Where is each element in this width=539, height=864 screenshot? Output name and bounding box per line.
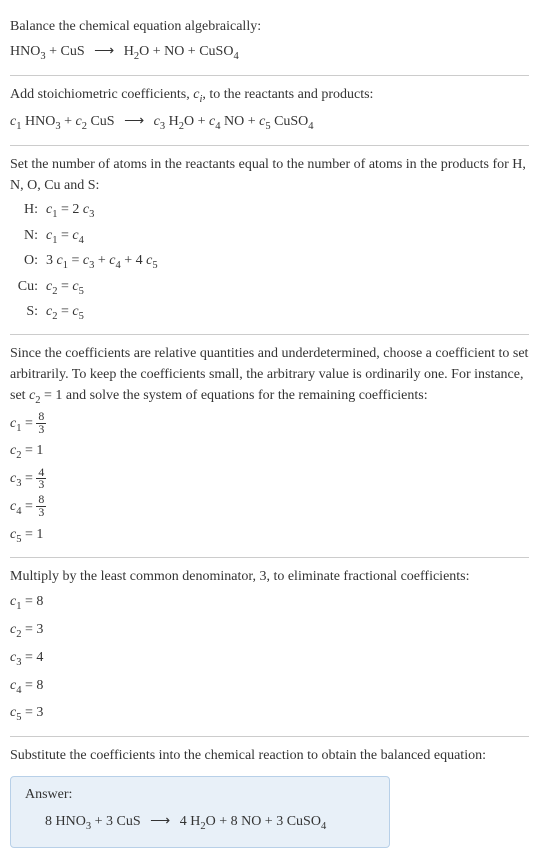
c5-line: c5 = 1 — [10, 522, 529, 550]
atoms-title: Set the number of atoms in the reactants… — [10, 154, 529, 196]
mid: = — [57, 228, 72, 243]
label-o: O: — [10, 249, 46, 275]
s2: 4 — [79, 234, 84, 245]
answer-box: Answer: 8 HNO3 + 3 CuS ⟶ 4 H2O + 8 NO + … — [10, 776, 390, 848]
mid: = 2 — [57, 202, 82, 217]
substitute-title: Substitute the coefficients into the che… — [10, 745, 529, 766]
v: = 8 — [21, 678, 43, 693]
intro-title: Balance the chemical equation algebraica… — [10, 16, 529, 37]
unbalanced-equation: HNO3 + CuS ⟶ H2O + NO + CuSO4 — [10, 39, 529, 67]
p2: + 4 — [121, 253, 146, 268]
row-h: H: c1 = 2 c3 — [10, 198, 529, 224]
eq: = — [21, 416, 36, 431]
answer-label: Answer: — [25, 787, 375, 803]
cuso4: CuSO — [271, 114, 309, 129]
row-o: O: 3 c1 = c3 + c4 + 4 c5 — [10, 249, 529, 275]
eq: = — [21, 471, 36, 486]
label-cu: Cu: — [10, 275, 46, 301]
eq: = — [21, 499, 36, 514]
arrow-icon: ⟶ — [94, 39, 114, 64]
lcd-title: Multiply by the least common denominator… — [10, 566, 529, 587]
eq-h: H — [120, 44, 134, 59]
den: 3 — [36, 424, 46, 436]
s4: 5 — [152, 260, 157, 271]
p1: + 3 CuS — [91, 814, 144, 829]
c1-line: c1 = 83 — [10, 411, 529, 439]
cuso4s: 4 — [308, 121, 313, 132]
solve-title: Since the coefficients are relative quan… — [10, 343, 529, 409]
c2-int: c2 = 3 — [10, 617, 529, 645]
p2: 4 H — [176, 814, 200, 829]
no: NO + — [220, 114, 259, 129]
title-p1: Add stoichiometric coefficients, — [10, 87, 193, 102]
sub-4: 4 — [233, 51, 238, 62]
c5-int: c5 = 3 — [10, 700, 529, 728]
eq-hno3: HNO — [10, 44, 40, 59]
label-s: S: — [10, 300, 46, 326]
row-cu: Cu: c2 = c5 — [10, 275, 529, 301]
mid: = — [57, 279, 72, 294]
v: = 3 — [21, 705, 43, 720]
coefficient-equation: c1 HNO3 + c2 CuS ⟶ c3 H2O + c4 NO + c5 C… — [10, 109, 529, 137]
c4-int: c4 = 8 — [10, 673, 529, 701]
val-s: c2 = c5 — [46, 300, 529, 326]
plus1: + — [61, 114, 76, 129]
s2: 5 — [79, 311, 84, 322]
v: = 8 — [21, 594, 43, 609]
c4-line: c4 = 83 — [10, 494, 529, 522]
s2: 5 — [79, 286, 84, 297]
eq8: 8 HNO — [45, 814, 86, 829]
frac: 43 — [36, 467, 46, 492]
cus: CuS — [87, 114, 118, 129]
c1-int: c1 = 8 — [10, 589, 529, 617]
val-o: 3 c1 = c3 + c4 + 4 c5 — [46, 249, 529, 275]
balanced-equation: 8 HNO3 + 3 CuS ⟶ 4 H2O + 8 NO + 3 CuSO4 — [25, 809, 375, 837]
mid: = — [57, 304, 72, 319]
frac: 83 — [36, 494, 46, 519]
hno3: HNO — [21, 114, 55, 129]
section-add-coefficients: Add stoichiometric coefficients, ci, to … — [10, 76, 529, 146]
p3: O + 8 NO + 3 CuSO — [206, 814, 321, 829]
p2: = 1 and solve the system of equations fo… — [41, 388, 428, 403]
mid: = — [68, 253, 83, 268]
v: = 4 — [21, 650, 43, 665]
row-s: S: c2 = c5 — [10, 300, 529, 326]
eq: = 1 — [21, 443, 43, 458]
section-solve-fractional: Since the coefficients are relative quan… — [10, 335, 529, 558]
pre: 3 — [46, 253, 57, 268]
eq: = 1 — [21, 527, 43, 542]
label-h: H: — [10, 198, 46, 224]
section-answer: Substitute the coefficients into the che… — [10, 737, 529, 856]
v: = 3 — [21, 622, 43, 637]
c3-line: c3 = 43 — [10, 466, 529, 494]
coeff-title: Add stoichiometric coefficients, ci, to … — [10, 84, 529, 108]
s4: 4 — [321, 821, 326, 832]
val-n: c1 = c4 — [46, 224, 529, 250]
s2: 3 — [89, 209, 94, 220]
section-balance-intro: Balance the chemical equation algebraica… — [10, 8, 529, 76]
den: 3 — [36, 479, 46, 491]
title-p2: , to the reactants and products: — [202, 87, 373, 102]
den: 3 — [36, 507, 46, 519]
eq-rest: O + NO + CuSO — [139, 44, 233, 59]
arrow-icon: ⟶ — [124, 109, 144, 134]
o1: O + — [184, 114, 209, 129]
val-h: c1 = 2 c3 — [46, 198, 529, 224]
p1: + — [94, 253, 109, 268]
eq-plus-cus: + CuS — [46, 44, 89, 59]
h2: H — [165, 114, 179, 129]
c3-int: c3 = 4 — [10, 645, 529, 673]
section-atom-equations: Set the number of atoms in the reactants… — [10, 146, 529, 335]
row-n: N: c1 = c4 — [10, 224, 529, 250]
c2-line: c2 = 1 — [10, 438, 529, 466]
section-multiply-lcd: Multiply by the least common denominator… — [10, 558, 529, 737]
arrow-icon: ⟶ — [150, 809, 170, 834]
val-cu: c2 = c5 — [46, 275, 529, 301]
frac: 83 — [36, 411, 46, 436]
label-n: N: — [10, 224, 46, 250]
